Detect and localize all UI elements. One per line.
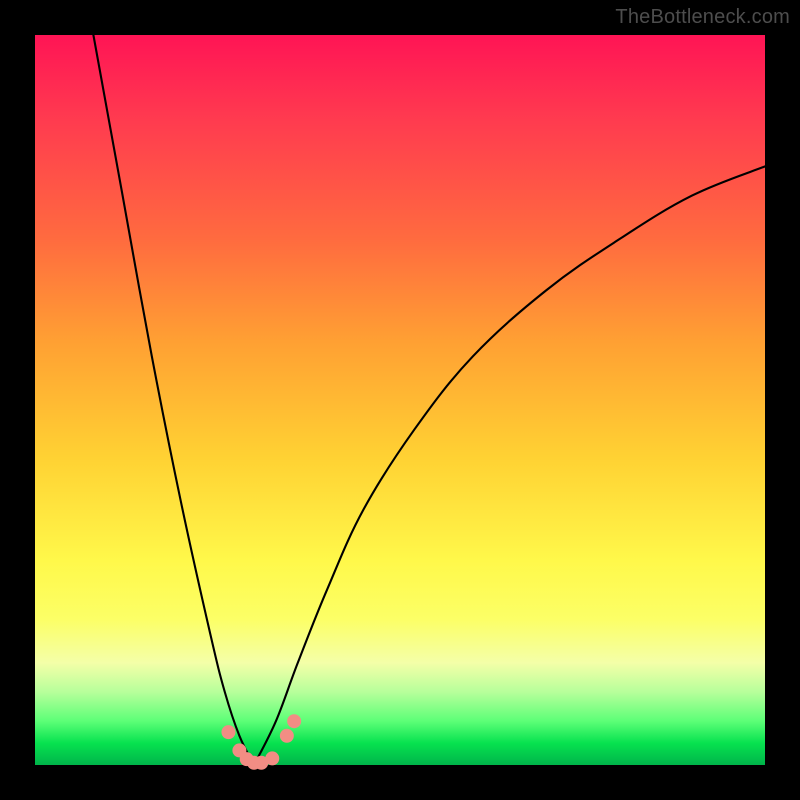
trough-dot: [280, 729, 294, 743]
right-curve: [254, 166, 765, 765]
trough-dot: [287, 714, 301, 728]
trough-dot: [221, 725, 235, 739]
curve-group: [93, 35, 765, 765]
curves-layer: [35, 35, 765, 765]
trough-dot: [265, 751, 279, 765]
left-curve: [93, 35, 254, 765]
watermark-text: TheBottleneck.com: [615, 6, 790, 29]
outer-frame: TheBottleneck.com: [0, 0, 800, 800]
